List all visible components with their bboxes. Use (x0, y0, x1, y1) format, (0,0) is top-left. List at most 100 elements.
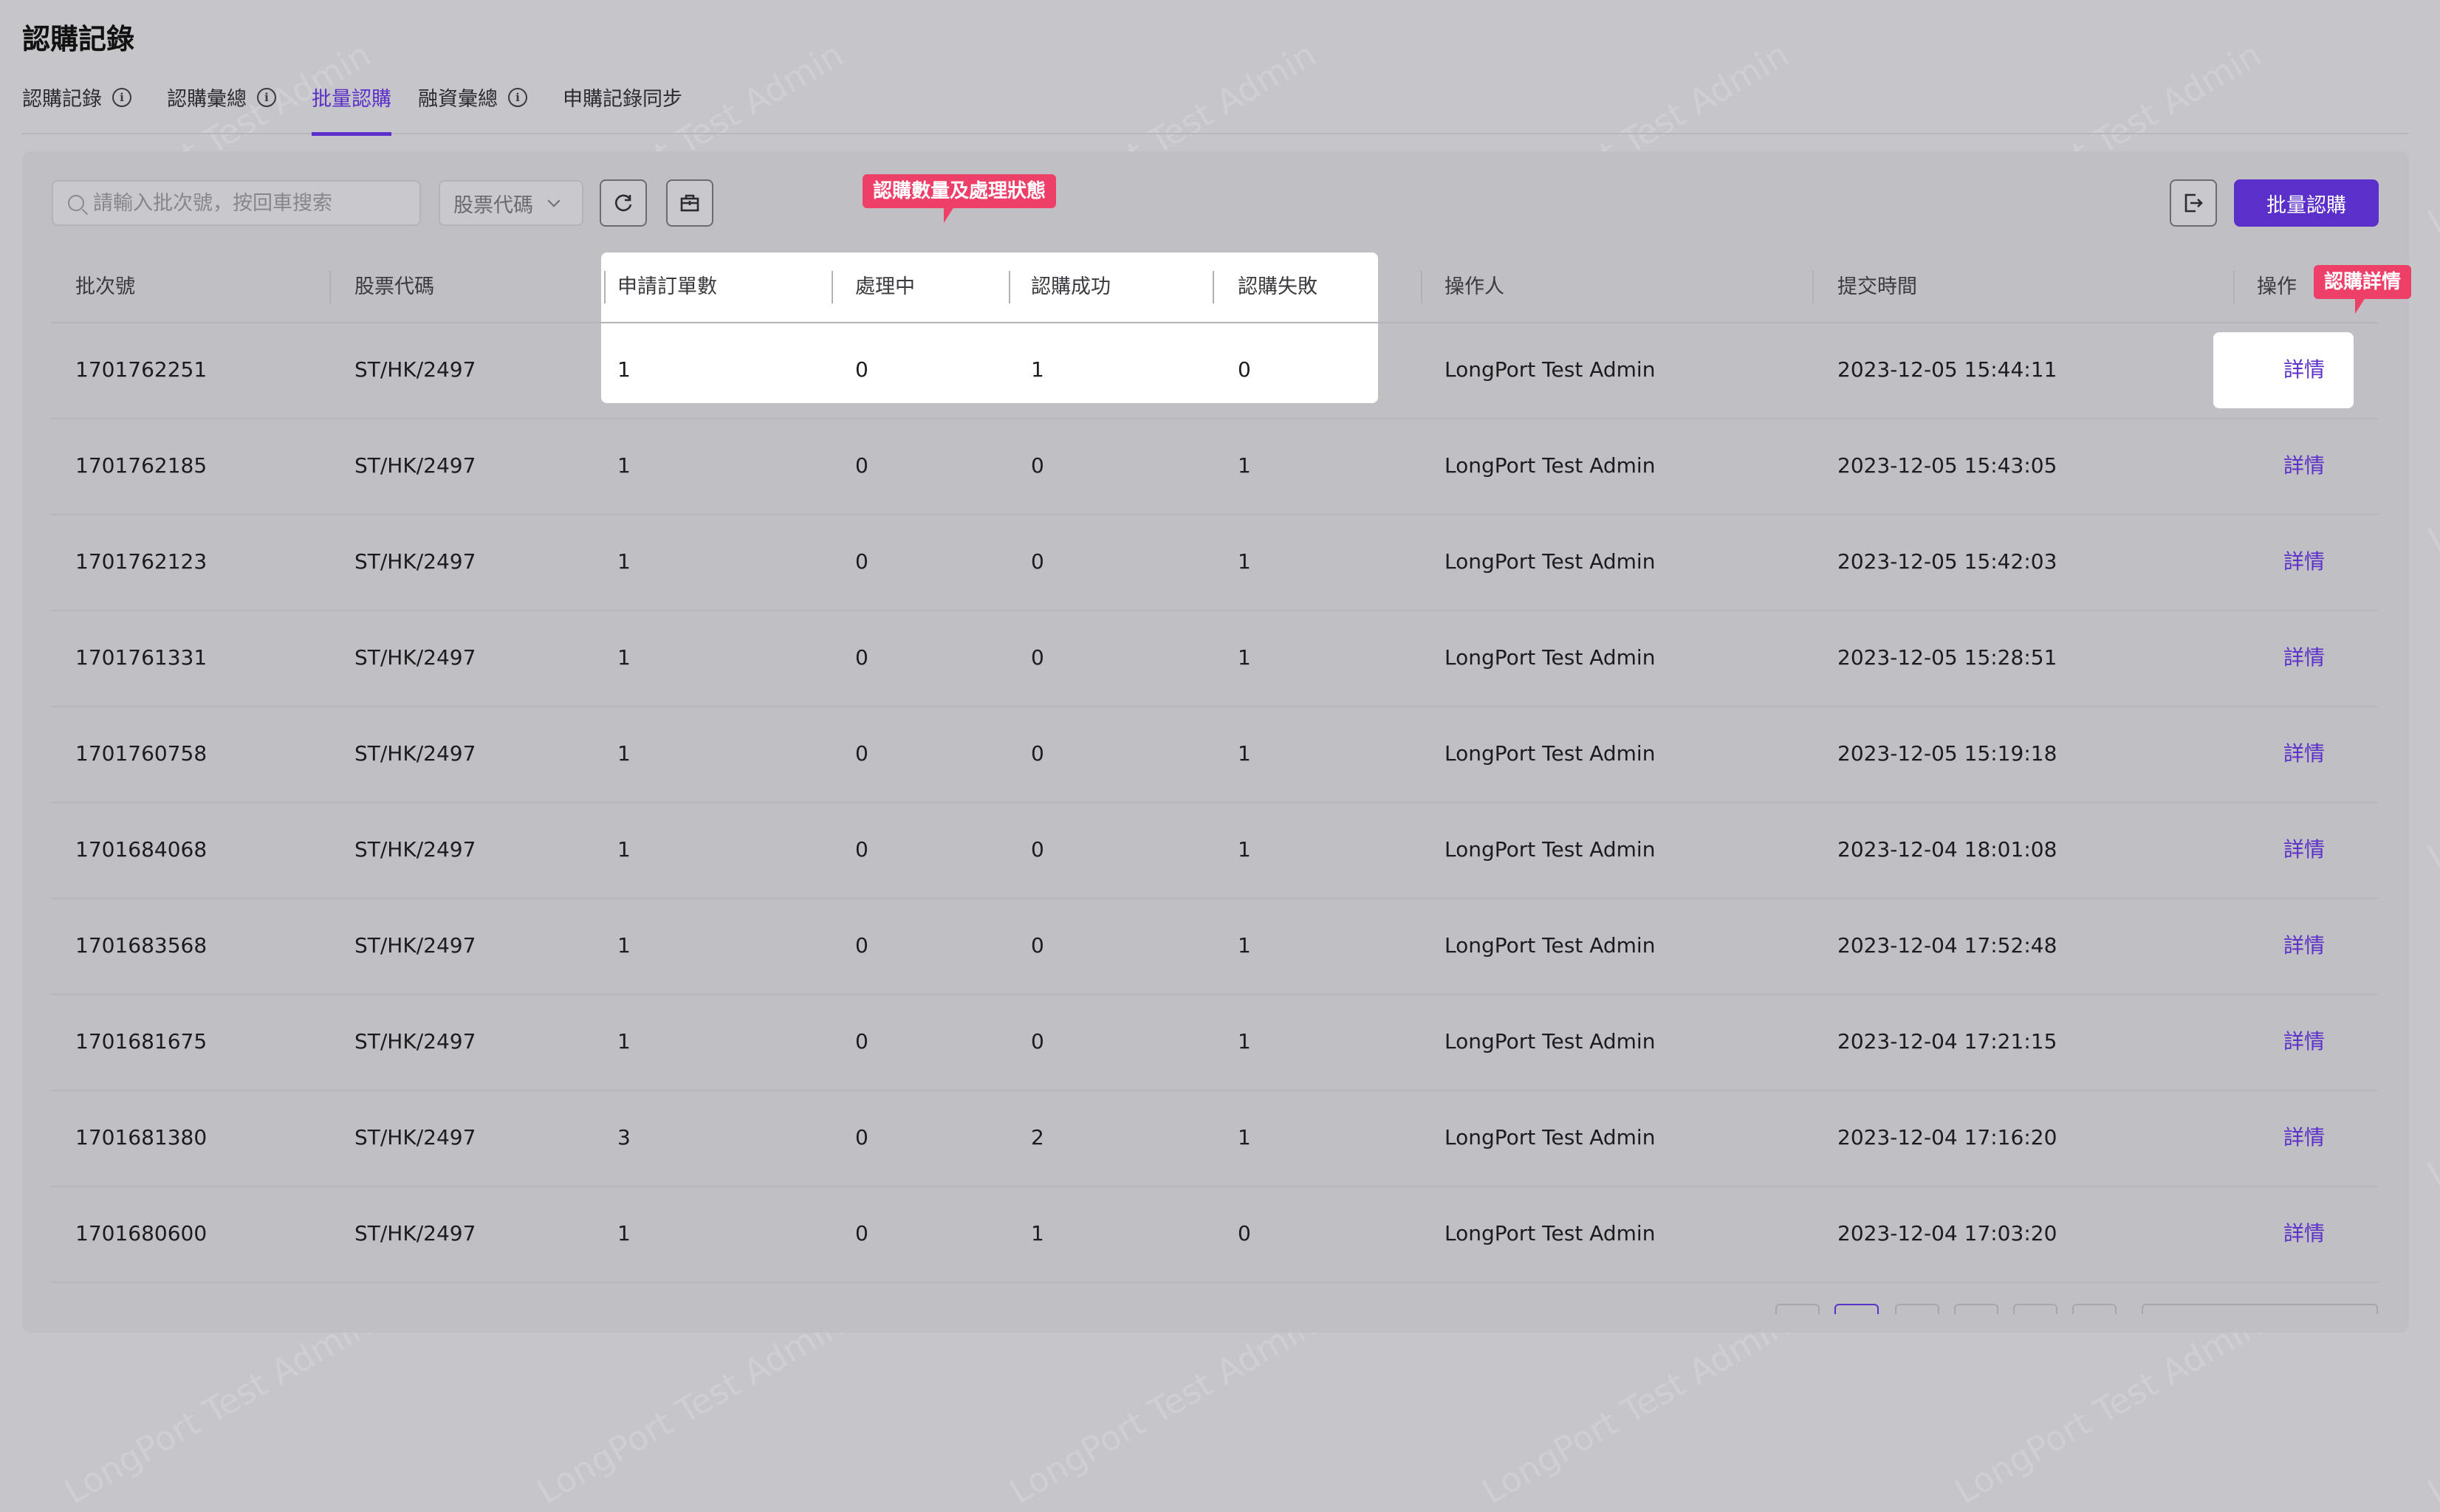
cell-operator: LongPort Test Admin (1445, 1029, 1656, 1054)
table-header: 批次號 股票代碼 申請訂單數 處理中 認購成功 認購失敗 操作人 提交時間 操作 (50, 252, 2378, 323)
search-input[interactable] (92, 190, 405, 216)
cell-failed: 1 (1238, 453, 1251, 478)
detail-link[interactable]: 詳情 (2283, 610, 2325, 706)
tooltip-tail (2355, 298, 2365, 314)
tab-financing-summary[interactable]: 融資彙總 i (418, 83, 527, 111)
cell-time: 2023-12-04 18:01:08 (1837, 837, 2057, 862)
cell-orders: 1 (617, 453, 631, 478)
detail-link[interactable]: 詳情 (2283, 802, 2325, 898)
cell-batch: 1701762251 (75, 357, 208, 382)
cell-processing: 0 (855, 645, 868, 670)
watermark: LongPort Test Admin (2420, 34, 2440, 242)
pagination-next[interactable] (2072, 1304, 2117, 1314)
toolbox-icon (680, 194, 699, 212)
cell-operator: LongPort Test Admin (1445, 837, 1656, 862)
watermark: LongPort Test Admin (57, 1304, 378, 1512)
pagination-page[interactable] (2013, 1304, 2057, 1314)
cell-failed: 1 (1238, 645, 1251, 670)
watermark: LongPort Test Admin (2420, 986, 2440, 1195)
tab-subscription-records[interactable]: 認購記錄 i (22, 83, 131, 111)
cell-processing: 0 (855, 837, 868, 862)
column-divider (329, 271, 331, 303)
cell-stock: ST/HK/2497 (354, 645, 476, 670)
column-divider (604, 271, 606, 303)
cell-success: 0 (1031, 933, 1044, 958)
detail-link[interactable]: 詳情 (2283, 1186, 2325, 1282)
cell-operator: LongPort Test Admin (1445, 549, 1656, 574)
tab-batch-subscription[interactable]: 批量認購 (312, 83, 391, 136)
watermark: LongPort Test Admin (2420, 351, 2440, 560)
detail-link[interactable]: 詳情 (2283, 706, 2325, 802)
column-header-processing: 處理中 (855, 275, 915, 298)
cell-batch: 1701761331 (75, 645, 208, 670)
tab-bar: 認購記錄 i 認購彙總 i 批量認購 融資彙總 i 申購記錄同步 (22, 77, 2409, 136)
tab-subscription-summary[interactable]: 認購彙總 i (167, 83, 276, 111)
cell-operator: LongPort Test Admin (1445, 741, 1656, 766)
column-header-stock: 股票代碼 (354, 275, 434, 298)
column-header-orders: 申請訂單數 (617, 275, 717, 298)
column-divider (2233, 271, 2235, 303)
detail-link[interactable]: 詳情 (2283, 898, 2325, 994)
search-field[interactable] (52, 180, 421, 226)
page-title: 認購記錄 (22, 23, 135, 55)
column-header-action: 操作 (2257, 275, 2297, 298)
table-row: 1701681380 ST/HK/2497 3 0 2 1 LongPort Test Ad… (50, 1090, 2378, 1187)
pagination-page[interactable] (1954, 1304, 1998, 1314)
pagination-page[interactable] (1895, 1304, 1939, 1314)
info-icon[interactable]: i (112, 87, 131, 107)
cell-orders: 1 (617, 645, 631, 670)
cell-time: 2023-12-04 17:16:20 (1837, 1125, 2057, 1150)
toolbox-button[interactable] (666, 179, 713, 227)
detail-link[interactable]: 詳情 (2283, 994, 2325, 1090)
cell-orders: 1 (617, 741, 631, 766)
refresh-button[interactable] (600, 179, 647, 227)
detail-link[interactable]: 詳情 (2283, 514, 2325, 610)
cell-operator: LongPort Test Admin (1445, 357, 1656, 382)
tab-ipo-sync[interactable]: 申購記錄同步 (563, 83, 682, 111)
cell-processing: 0 (855, 1221, 868, 1245)
table-row: 1701760758 ST/HK/2497 1 0 0 1 LongPort Test Ad… (50, 706, 2378, 803)
detail-link[interactable]: 詳情 (2283, 418, 2325, 514)
cell-time: 2023-12-04 17:21:15 (1837, 1029, 2057, 1054)
cell-time: 2023-12-04 17:03:20 (1837, 1221, 2057, 1245)
detail-link[interactable]: 詳情 (2283, 322, 2325, 418)
detail-link[interactable]: 詳情 (2283, 1090, 2325, 1186)
cell-stock: ST/HK/2497 (354, 1125, 476, 1150)
page-size-select[interactable] (2142, 1304, 2378, 1314)
stock-code-select[interactable]: 股票代碼 (439, 180, 583, 226)
cell-processing: 0 (855, 1029, 868, 1054)
pagination-page-current[interactable] (1834, 1304, 1879, 1314)
cell-batch: 1701760758 (75, 741, 208, 766)
column-divider (1213, 271, 1214, 303)
cell-batch: 1701681675 (75, 1029, 208, 1054)
column-divider (1421, 271, 1422, 303)
cell-operator: LongPort Test Admin (1445, 1125, 1656, 1150)
cell-operator: LongPort Test Admin (1445, 933, 1656, 958)
search-icon (68, 195, 84, 211)
column-divider (1009, 271, 1010, 303)
column-divider (832, 271, 833, 303)
watermark: LongPort Test Admin (530, 1304, 851, 1512)
tab-label: 融資彙總 (418, 88, 498, 111)
annotation-detail-text: 認購詳情 (2324, 271, 2402, 293)
cell-batch: 1701681380 (75, 1125, 208, 1150)
info-icon[interactable]: i (257, 87, 276, 107)
cell-stock: ST/HK/2497 (354, 1221, 476, 1245)
batch-subscribe-button[interactable]: 批量認購 (2234, 179, 2379, 227)
cell-time: 2023-12-05 15:43:05 (1837, 453, 2057, 478)
info-icon[interactable]: i (508, 87, 527, 107)
cell-processing: 0 (855, 933, 868, 958)
cell-stock: ST/HK/2497 (354, 1029, 476, 1054)
pagination-prev[interactable] (1775, 1304, 1820, 1314)
cell-orders: 1 (617, 837, 631, 862)
cell-orders: 1 (617, 1221, 631, 1245)
cell-processing: 0 (855, 741, 868, 766)
tab-label: 認購彙總 (167, 88, 247, 111)
cell-time: 2023-12-05 15:19:18 (1837, 741, 2057, 766)
table-row: 1701683568 ST/HK/2497 1 0 0 1 LongPort Test Ad… (50, 898, 2378, 995)
cell-failed: 1 (1238, 837, 1251, 862)
export-button[interactable] (2170, 179, 2217, 227)
cell-operator: LongPort Test Admin (1445, 645, 1656, 670)
cell-success: 2 (1031, 1125, 1044, 1150)
cell-success: 1 (1031, 1221, 1044, 1245)
